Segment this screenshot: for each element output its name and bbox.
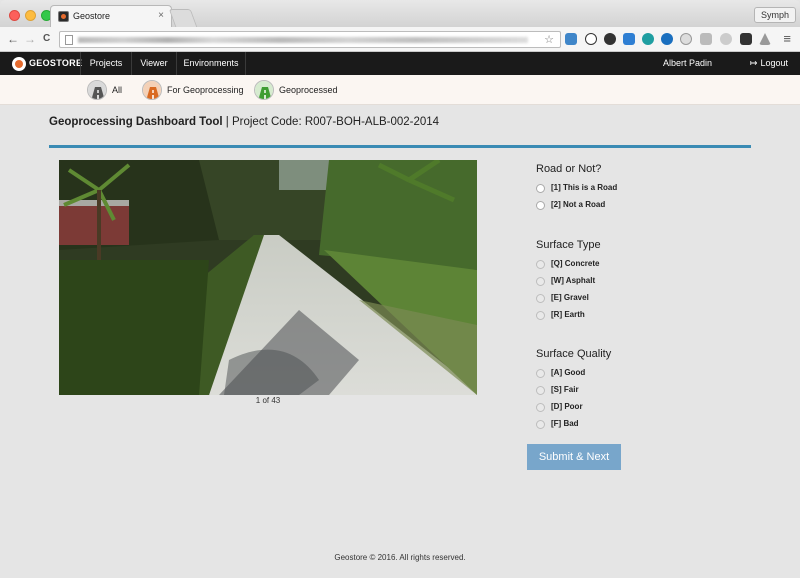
option-fair[interactable]: [S] Fair: [536, 384, 611, 401]
filter-all-label: All: [112, 85, 123, 95]
option-not-a-road[interactable]: [2] Not a Road: [536, 199, 605, 216]
road-pending-icon: [142, 80, 162, 100]
option-label[interactable]: [E] Gravel: [551, 293, 589, 302]
extension-dark-circle-icon[interactable]: [604, 33, 616, 45]
filter-geoprocessed-label: Geoprocessed: [279, 85, 338, 95]
filter-bar: All For Geoprocessing Geoprocessed: [0, 75, 800, 105]
browser-menu-icon[interactable]: ≡: [783, 31, 791, 46]
browser-toolbar: ← → C ☆ ≡: [0, 27, 800, 52]
option-label[interactable]: [2] Not a Road: [551, 200, 605, 209]
road-done-icon: [254, 80, 274, 100]
bookmark-star-icon[interactable]: ☆: [544, 33, 554, 46]
logout-label: Logout: [760, 58, 788, 68]
app-navbar: GEOSTORE Projects Viewer Environments Al…: [0, 52, 800, 75]
drive-icon[interactable]: [759, 33, 771, 45]
new-tab-button[interactable]: [168, 9, 198, 27]
option-label[interactable]: [A] Good: [551, 368, 585, 377]
page-title-project: | Project Code: R007-BOH-ALB-002-2014: [222, 116, 440, 128]
question-surface-type: Surface Type [Q] Concrete [W] Asphalt [E…: [536, 239, 601, 326]
filter-geoprocessed[interactable]: Geoprocessed: [254, 80, 344, 100]
extension-info-icon[interactable]: [585, 33, 597, 45]
extension-grey-square-icon[interactable]: [700, 33, 712, 45]
option-asphalt[interactable]: [W] Asphalt: [536, 275, 601, 292]
reload-icon[interactable]: C: [43, 33, 50, 44]
option-bad[interactable]: [F] Bad: [536, 418, 611, 435]
radio-button[interactable]: [536, 403, 545, 412]
address-bar[interactable]: ☆: [59, 31, 561, 48]
nav-projects[interactable]: Projects: [80, 52, 131, 75]
minimize-window-icon[interactable]: [25, 10, 36, 21]
radio-button[interactable]: [536, 420, 545, 429]
browser-window: Geostore × Symph ← → C ☆ ≡ GEOSTORE Proj…: [0, 0, 800, 578]
option-this-is-a-road[interactable]: [1] This is a Road: [536, 182, 617, 199]
filter-for-geoprocessing[interactable]: For Geoprocessing: [142, 80, 244, 100]
radio-button[interactable]: [536, 294, 545, 303]
main-content: Geoprocessing Dashboard Tool | Project C…: [0, 105, 800, 578]
logout-button[interactable]: ↦ Logout: [750, 52, 788, 75]
option-label[interactable]: [S] Fair: [551, 385, 579, 394]
option-label[interactable]: [R] Earth: [551, 310, 585, 319]
geostore-favicon-icon: [58, 11, 69, 22]
page-icon: [65, 35, 73, 45]
radio-button[interactable]: [536, 369, 545, 378]
browser-tab[interactable]: Geostore ×: [50, 5, 172, 27]
browser-titlebar: Geostore × Symph: [0, 0, 800, 27]
close-window-icon[interactable]: [9, 10, 20, 21]
radio-button[interactable]: [536, 184, 545, 193]
extension-grey-circle-icon[interactable]: [680, 33, 692, 45]
question-title: Road or Not?: [536, 163, 602, 175]
option-label[interactable]: [W] Asphalt: [551, 276, 595, 285]
option-label[interactable]: [1] This is a Road: [551, 183, 617, 192]
brand-name: GEOSTORE: [29, 58, 83, 68]
photo-counter: 1 of 43: [255, 396, 281, 405]
question-title: Surface Type: [536, 239, 601, 251]
extension-play-icon[interactable]: [565, 33, 577, 45]
footer-copyright: Geostore © 2016. All rights reserved.: [334, 553, 466, 562]
back-arrow-icon[interactable]: ←: [7, 32, 19, 46]
question-road-or-not: Road or Not? [1] This is a Road [2] Not …: [536, 163, 617, 216]
blurred-url: [78, 37, 528, 43]
radio-button[interactable]: [536, 311, 545, 320]
nav-environments[interactable]: Environments: [176, 52, 246, 75]
geostore-logo-icon: [12, 57, 26, 71]
option-good[interactable]: [A] Good: [536, 367, 611, 384]
option-label[interactable]: [F] Bad: [551, 419, 579, 428]
option-label[interactable]: [Q] Concrete: [551, 259, 599, 268]
option-earth[interactable]: [R] Earth: [536, 309, 601, 326]
user-name[interactable]: Albert Padin: [663, 52, 712, 75]
option-poor[interactable]: [D] Poor: [536, 401, 611, 418]
road-all-icon: [87, 80, 107, 100]
profile-button[interactable]: Symph: [753, 7, 796, 23]
option-concrete[interactable]: [Q] Concrete: [536, 258, 601, 275]
tab-close-icon[interactable]: ×: [158, 10, 164, 21]
filter-for-geoprocessing-label: For Geoprocessing: [167, 85, 244, 95]
radio-button[interactable]: [536, 386, 545, 395]
extension-globe-icon[interactable]: [642, 33, 654, 45]
title-divider: [49, 145, 751, 148]
option-label[interactable]: [D] Poor: [551, 402, 583, 411]
radio-button[interactable]: [536, 260, 545, 269]
question-surface-quality: Surface Quality [A] Good [S] Fair [D] Po…: [536, 348, 611, 435]
radio-button[interactable]: [536, 201, 545, 210]
question-title: Surface Quality: [536, 348, 612, 360]
extension-blue-icon[interactable]: [623, 33, 635, 45]
page-title-tool: Geoprocessing Dashboard Tool: [49, 116, 223, 128]
filter-all[interactable]: All: [87, 80, 137, 100]
forward-arrow-icon[interactable]: →: [24, 32, 36, 46]
option-gravel[interactable]: [E] Gravel: [536, 292, 601, 309]
road-photo: [59, 160, 477, 395]
page-title: Geoprocessing Dashboard Tool | Project C…: [49, 116, 439, 128]
tab-title: Geostore: [73, 11, 111, 21]
logout-icon: ↦: [749, 58, 758, 68]
extension-black-square-icon[interactable]: [740, 33, 752, 45]
nav-viewer[interactable]: Viewer: [131, 52, 176, 75]
radio-button[interactable]: [536, 277, 545, 286]
submit-next-button[interactable]: Submit & Next: [527, 444, 621, 470]
extension-light-circle-icon[interactable]: [720, 33, 732, 45]
extension-compass-icon[interactable]: [661, 33, 673, 45]
